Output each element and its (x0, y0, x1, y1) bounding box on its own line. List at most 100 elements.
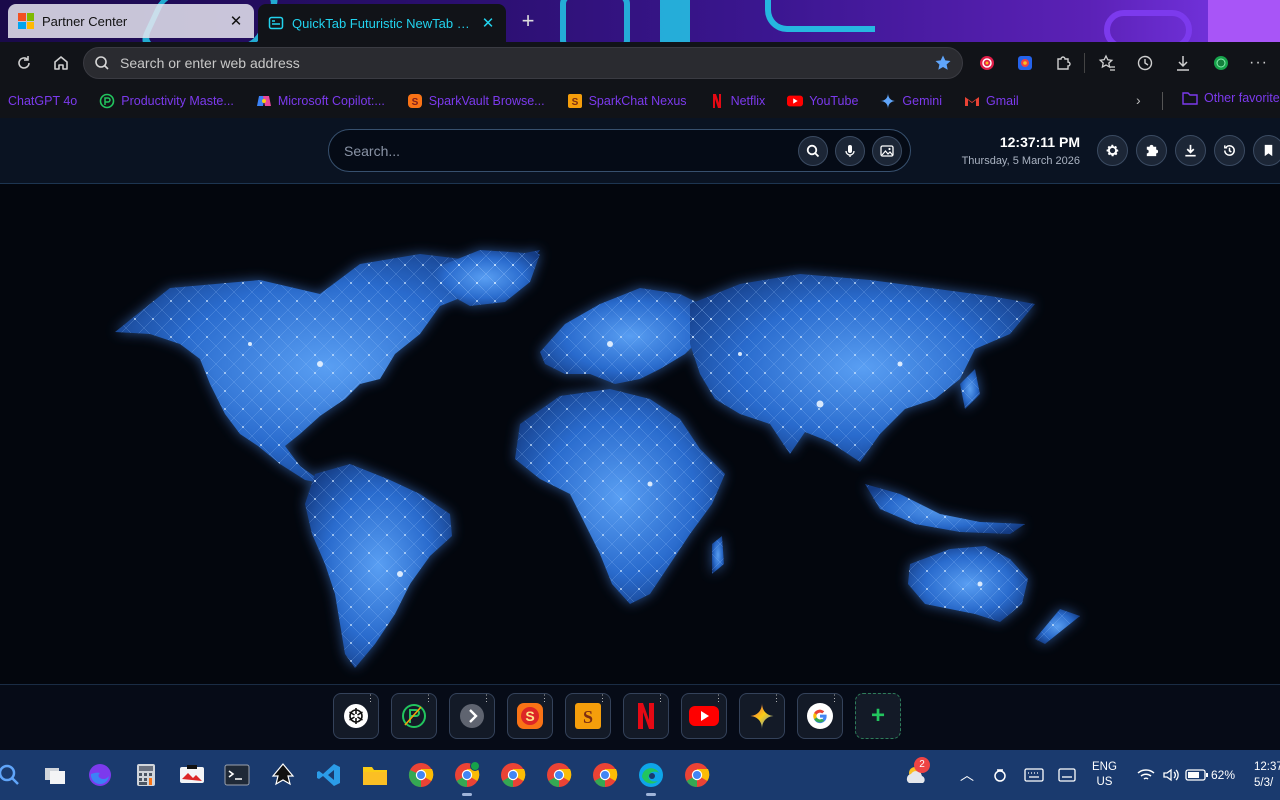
bookmark-gmail[interactable]: Gmail (964, 93, 1019, 109)
shortcut-sparkvault[interactable]: S ⋮ (507, 693, 553, 739)
theme-decoration (560, 0, 630, 42)
keyboard-button[interactable] (1019, 760, 1049, 790)
tablet-button[interactable] (1052, 760, 1082, 790)
svg-text:S: S (583, 707, 593, 727)
shortcut-chatgpt[interactable]: ⋮ (333, 693, 379, 739)
calculator-app[interactable] (131, 760, 161, 790)
other-favorites-folder[interactable]: Other favorites (1182, 91, 1280, 105)
copilot-icon (256, 93, 272, 109)
shortcut-sparkchat[interactable]: S ⋮ (565, 693, 611, 739)
download-icon (1185, 144, 1196, 157)
bookmark-gemini[interactable]: Gemini (880, 93, 942, 109)
extensions-button[interactable] (1136, 135, 1167, 166)
chrome-app-5[interactable] (682, 760, 712, 790)
extensions-button[interactable] (1044, 45, 1081, 81)
google-icon (807, 703, 833, 729)
downloads-button[interactable] (1164, 45, 1201, 81)
more-icon[interactable]: ⋮ (656, 694, 665, 703)
address-bar[interactable]: Search or enter web address (83, 47, 963, 79)
system-clock[interactable]: 12:37 5/3/ (1254, 759, 1280, 791)
extension-swirl-icon (979, 56, 994, 70)
history-button[interactable] (1214, 135, 1245, 166)
weather-widget[interactable]: 2 (902, 757, 932, 790)
more-icon[interactable]: ⋮ (540, 694, 549, 703)
more-icon[interactable]: ⋮ (482, 694, 491, 703)
keyboard-icon (1024, 768, 1044, 782)
shortcut-google[interactable]: ⋮ (797, 693, 843, 739)
chrome-app-3[interactable] (544, 760, 574, 790)
more-icon[interactable]: ⋮ (424, 694, 433, 703)
close-icon[interactable]: ✕ (480, 14, 496, 32)
bookmark-youtube[interactable]: YouTube (787, 93, 858, 109)
downloads-button[interactable] (1175, 135, 1206, 166)
favorite-star-icon[interactable] (934, 54, 952, 72)
chrome-app-2[interactable] (498, 760, 528, 790)
tray-app[interactable] (985, 760, 1015, 790)
address-placeholder: Search or enter web address (120, 55, 300, 71)
search-input[interactable] (344, 142, 791, 159)
tab-partner-center[interactable]: Partner Center ✕ (8, 4, 254, 38)
app-snip[interactable] (177, 760, 207, 790)
image-icon (880, 144, 894, 157)
close-icon[interactable]: ✕ (228, 12, 244, 30)
bookmark-netflix[interactable]: Netflix (709, 93, 765, 109)
refresh-icon (18, 56, 30, 69)
bookmark-sparkvault[interactable]: S SparkVault Browse... (407, 93, 545, 109)
more-icon[interactable]: ⋮ (598, 694, 607, 703)
more-icon[interactable]: ⋮ (714, 694, 723, 703)
new-tab-button[interactable]: + (514, 8, 542, 34)
refresh-button[interactable] (6, 45, 42, 81)
extension-button[interactable] (968, 45, 1005, 81)
show-hidden-icons-button[interactable]: ︿ (952, 760, 982, 790)
calculator-icon (137, 764, 155, 786)
language-code: ENG (1092, 761, 1117, 773)
image-search-button[interactable] (872, 135, 902, 166)
settings-button[interactable] (1097, 135, 1128, 166)
search-button[interactable] (798, 135, 828, 166)
shortcut-youtube[interactable]: ⋮ (681, 693, 727, 739)
svg-text:S: S (571, 97, 578, 108)
add-shortcut-button[interactable]: + (855, 693, 901, 739)
task-view-button[interactable] (40, 760, 70, 790)
firefox-icon (89, 764, 111, 786)
chrome-app-4[interactable] (590, 760, 620, 790)
battery-icon (1185, 769, 1208, 781)
arrow-icon (460, 704, 484, 728)
chrome-profile-app[interactable] (452, 760, 482, 796)
shortcut-arrow[interactable]: ⋮ (449, 693, 495, 739)
inkscape-app[interactable] (268, 760, 298, 790)
tab-quicktab[interactable]: QuickTab Futuristic NewTab Dashboard ✕ (258, 4, 506, 42)
bookmark-chatgpt[interactable]: ChatGPT 4o (8, 94, 77, 108)
gear-icon (1106, 144, 1119, 157)
chrome-app[interactable] (406, 760, 436, 790)
edge-app[interactable] (636, 760, 666, 796)
extension-button[interactable] (1006, 45, 1043, 81)
extension-button[interactable] (1202, 45, 1239, 81)
shortcut-netflix[interactable]: ⋮ (623, 693, 669, 739)
bookmarks-button[interactable] (1253, 135, 1280, 166)
bookmark-productivity[interactable]: Productivity Maste... (99, 93, 234, 109)
favorites-button[interactable] (1088, 45, 1125, 81)
chevron-right-icon[interactable]: › (1136, 92, 1141, 108)
shortcut-gemini[interactable]: ⋮ (739, 693, 785, 739)
history-button[interactable] (1126, 45, 1163, 81)
file-explorer-app[interactable] (360, 760, 390, 790)
language-indicator[interactable]: ENG US (1092, 760, 1117, 790)
voice-search-button[interactable] (835, 135, 865, 166)
terminal-app[interactable] (222, 760, 252, 790)
gemini-icon (880, 93, 897, 109)
bookmark-sparkchat[interactable]: S SparkChat Nexus (567, 93, 687, 109)
search-taskbar-button[interactable] (0, 760, 24, 790)
battery-button[interactable] (1182, 760, 1212, 790)
settings-more-button[interactable]: ··· (1240, 45, 1277, 81)
vscode-app[interactable] (314, 760, 344, 790)
more-icon[interactable]: ⋮ (366, 694, 375, 703)
bookmark-copilot[interactable]: Microsoft Copilot:... (256, 93, 385, 109)
shortcut-productivity[interactable]: ⋮ (391, 693, 437, 739)
more-icon[interactable]: ⋮ (772, 694, 781, 703)
firefox-app[interactable] (85, 760, 115, 790)
home-button[interactable] (43, 45, 79, 81)
more-icon[interactable]: ⋮ (830, 694, 839, 703)
vscode-icon (317, 764, 340, 786)
bookmark-label: Productivity Maste... (121, 94, 234, 108)
